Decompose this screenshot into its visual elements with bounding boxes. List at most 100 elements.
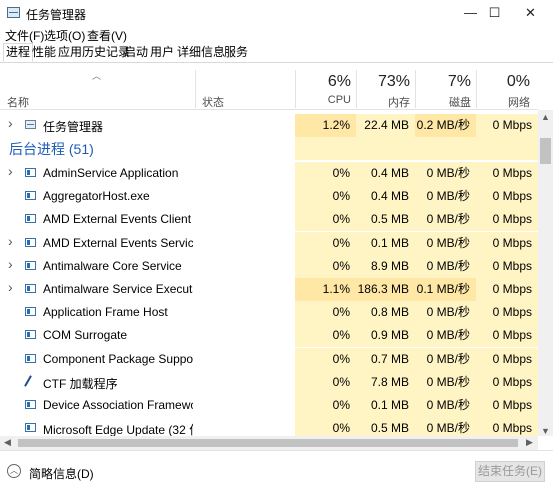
- close-button[interactable]: ✕: [514, 0, 547, 26]
- column-divider[interactable]: [195, 70, 196, 108]
- process-name: 任务管理器: [43, 120, 104, 134]
- memory-cell: 0.5 MB: [356, 208, 415, 232]
- window-title: 任务管理器: [26, 8, 87, 22]
- disk-total[interactable]: 7%: [415, 73, 471, 91]
- network-cell: 0 Mbps: [476, 185, 538, 209]
- cpu-cell: 0%: [295, 208, 356, 232]
- chevron-up-icon[interactable]: ︿: [7, 464, 21, 478]
- process-row[interactable]: › AMD External Events Service ... 0%0.1 MB…: [0, 231, 538, 255]
- menu-bar: 文件(F) 选项(O) 查看(V): [0, 26, 553, 44]
- service-icon: [25, 284, 36, 293]
- network-cell: 0 Mbps: [476, 370, 538, 394]
- tab-users[interactable]: 用户: [148, 44, 176, 61]
- memory-cell: 0.5 MB: [356, 417, 415, 436]
- process-row[interactable]: Microsoft Edge Update (32 位) 0% 0.5 MB 0 MB…: [0, 417, 538, 436]
- cpu-total[interactable]: 6%: [295, 73, 351, 91]
- process-row[interactable]: › 任务管理器 1.2% 22.4 MB 0.2 MB/秒 0 Mbps: [0, 114, 538, 137]
- task-manager-icon: [25, 120, 36, 129]
- tab-processes[interactable]: 进程: [3, 43, 34, 62]
- tab-performance[interactable]: 性能: [30, 44, 58, 61]
- chevron-right-icon[interactable]: ›: [8, 279, 13, 295]
- memory-cell: 22.4 MB: [356, 114, 415, 137]
- process-row[interactable]: COM Surrogate 0% 0.9 MB 0 MB/秒 0 Mbps: [0, 324, 538, 348]
- network-cell: 0 Mbps: [476, 278, 538, 301]
- scroll-down-icon[interactable]: ▼: [541, 426, 550, 436]
- network-cell: 0 Mbps: [476, 417, 538, 436]
- service-icon: [25, 260, 36, 270]
- process-name: Antimalware Core Service: [43, 258, 182, 273]
- process-name: AMD External Events Client ...: [43, 212, 193, 227]
- memory-cell: 0.4 MB: [356, 185, 415, 209]
- column-disk[interactable]: 磁盘: [415, 94, 471, 110]
- cpu-cell: 0%: [295, 162, 356, 185]
- disk-cell: 0 MB/秒: [415, 208, 476, 232]
- tab-app-history[interactable]: 应用历史记录: [56, 44, 132, 61]
- service-icon: [25, 191, 36, 201]
- network-cell: 0 Mbps: [476, 231, 538, 255]
- memory-total[interactable]: 73%: [356, 73, 410, 91]
- menu-options[interactable]: 选项(O): [44, 27, 85, 44]
- maximize-button[interactable]: ☐: [478, 0, 511, 26]
- tab-services[interactable]: 服务: [222, 44, 250, 61]
- fewer-details-link[interactable]: 简略信息(D): [29, 465, 94, 482]
- process-row[interactable]: › AdminService Application 0% 0.4 MB 0 MB/秒 0…: [0, 162, 538, 185]
- scroll-left-icon[interactable]: ◀: [4, 437, 11, 448]
- chevron-right-icon[interactable]: ›: [8, 256, 13, 272]
- task-manager-icon: [7, 7, 20, 18]
- network-cell: 0 Mbps: [476, 301, 538, 325]
- horizontal-scrollbar[interactable]: ◀ ▶: [0, 436, 538, 450]
- process-row[interactable]: AMD External Events Client ... 0% 0.5 MB 0 …: [0, 208, 538, 232]
- memory-cell: 0.1 MB: [356, 394, 415, 417]
- vertical-scrollbar[interactable]: ▲ ▼: [538, 110, 553, 436]
- scroll-right-icon[interactable]: ▶: [526, 437, 533, 448]
- network-cell: 0 Mbps: [476, 254, 538, 278]
- end-task-button[interactable]: 结束任务(E): [475, 461, 545, 482]
- menu-view[interactable]: 查看(V): [87, 27, 127, 44]
- column-cpu[interactable]: CPU: [295, 94, 351, 106]
- group-title: 后台进程 (51): [9, 141, 94, 157]
- process-row[interactable]: Component Package Support... 0%0.7 MB0 MB…: [0, 347, 538, 371]
- ctf-loader-icon: [25, 377, 36, 386]
- group-cell: [415, 137, 476, 160]
- memory-cell: 7.8 MB: [356, 370, 415, 394]
- process-row[interactable]: Device Association Framewor...0%0.1 MB0 …: [0, 394, 538, 417]
- network-total[interactable]: 0%: [476, 73, 530, 91]
- column-network[interactable]: 网络: [476, 94, 530, 110]
- scroll-thumb[interactable]: [540, 138, 551, 164]
- column-memory[interactable]: 内存: [356, 94, 410, 110]
- group-cell: [356, 137, 415, 160]
- chevron-right-icon[interactable]: ›: [8, 233, 13, 249]
- memory-cell: 0.9 MB: [356, 324, 415, 348]
- service-icon: [25, 214, 36, 224]
- service-icon: [25, 353, 36, 363]
- group-cell: [295, 137, 356, 160]
- column-name[interactable]: 名称: [7, 94, 29, 110]
- chevron-right-icon[interactable]: ›: [8, 115, 13, 131]
- service-icon: [25, 330, 36, 340]
- process-row[interactable]: Application Frame Host 0% 0.8 MB 0 MB/秒 0 Mb…: [0, 301, 538, 325]
- scroll-thumb[interactable]: [18, 439, 518, 447]
- scroll-up-icon[interactable]: ▲: [541, 112, 550, 122]
- disk-cell: 0.1 MB/秒: [415, 278, 476, 301]
- process-list: › 任务管理器 1.2% 22.4 MB 0.2 MB/秒 0 Mbps 后台进程 (51)…: [0, 110, 538, 436]
- process-row[interactable]: AggregatorHost.exe 0% 0.4 MB 0 MB/秒 0 Mbps: [0, 185, 538, 209]
- menu-file[interactable]: 文件(F): [5, 27, 44, 44]
- tab-startup[interactable]: 启动: [122, 44, 150, 61]
- network-cell: 0 Mbps: [476, 114, 538, 137]
- cpu-cell: 0%: [295, 417, 356, 436]
- disk-cell: 0 MB/秒: [415, 324, 476, 348]
- service-icon: [25, 400, 36, 409]
- disk-cell: 0 MB/秒: [415, 254, 476, 278]
- column-status[interactable]: 状态: [202, 94, 224, 110]
- memory-cell: 186.3 MB: [356, 278, 415, 301]
- process-row[interactable]: CTF 加载程序 0% 7.8 MB 0 MB/秒 0 Mbps: [0, 370, 538, 394]
- process-row[interactable]: › Antimalware Service Executa... 1.1% 186.3…: [0, 278, 538, 301]
- sort-ascending-icon: ︿: [92, 71, 102, 81]
- tab-details[interactable]: 详细信息: [175, 44, 227, 61]
- chevron-right-icon[interactable]: ›: [8, 163, 13, 179]
- group-cell: [476, 137, 538, 160]
- process-row[interactable]: › Antimalware Core Service 0% 8.9 MB 0 MB/秒 0…: [0, 254, 538, 278]
- disk-cell: 0 MB/秒: [415, 394, 476, 417]
- network-cell: 0 Mbps: [476, 324, 538, 348]
- disk-cell: 0 MB/秒: [415, 347, 476, 371]
